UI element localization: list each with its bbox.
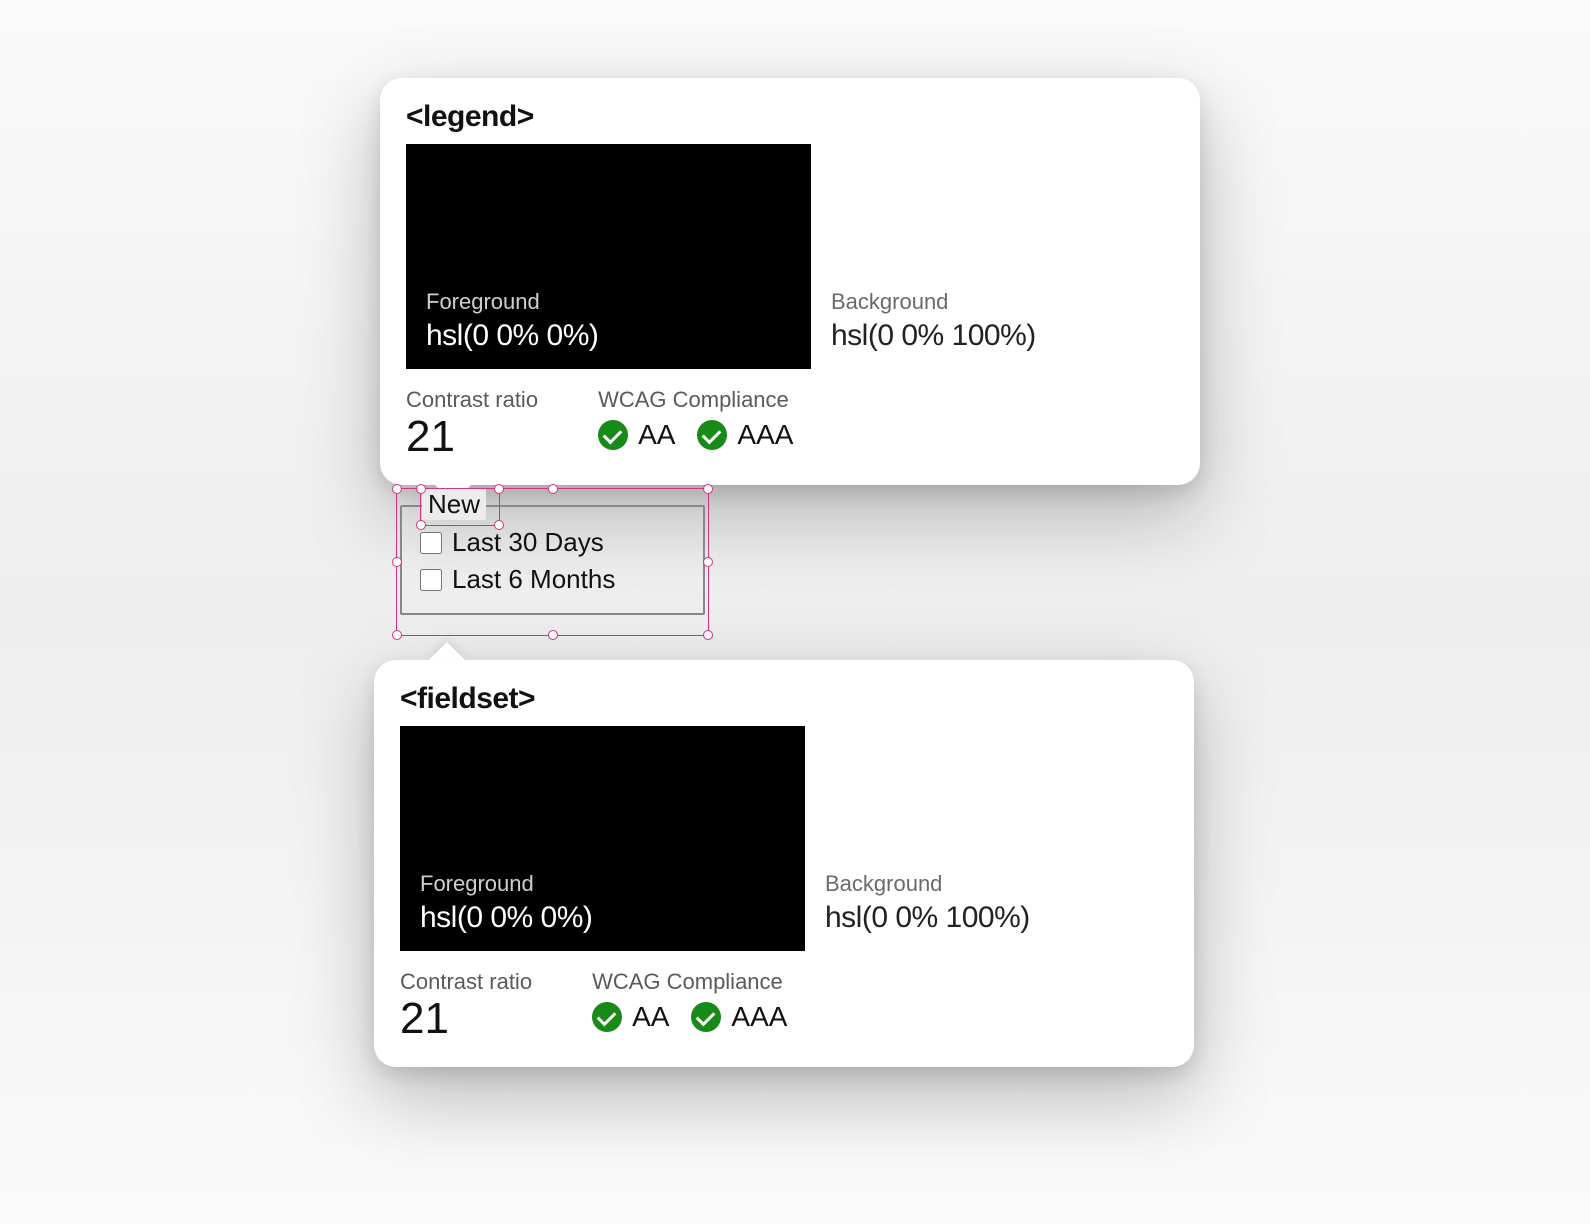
swatch-row: Foreground hsl(0 0% 0%) Background hsl(0… [406,144,1174,369]
element-tag: <fieldset> [400,682,1168,716]
foreground-label: Foreground [426,289,791,315]
background-label: Background [825,871,1148,897]
check-circle-icon [697,420,727,450]
contrast-value: 21 [406,415,538,459]
check-circle-icon [592,1002,622,1032]
resize-handle-icon[interactable] [548,630,558,640]
resize-handle-icon[interactable] [392,630,402,640]
wcag-aaa-badge: AAA [697,419,793,451]
check-circle-icon [598,420,628,450]
resize-handle-icon[interactable] [703,484,713,494]
wcag-aaa-text: AAA [731,1001,787,1033]
foreground-value: hsl(0 0% 0%) [420,901,785,935]
wcag-aa-text: AA [632,1001,669,1033]
wcag-aa-badge: AA [598,419,675,451]
canvas[interactable]: { "cards": [ { "tag": "<legend>", "fg_la… [0,0,1590,1224]
checkbox-label: Last 6 Months [452,564,615,595]
tooltip-pointer-up-icon [429,642,465,660]
contrast-tooltip-fieldset: <fieldset> Foreground hsl(0 0% 0%) Backg… [374,660,1194,1067]
contrast-label: Contrast ratio [406,387,538,413]
checkbox-input[interactable] [420,532,442,554]
resize-handle-icon[interactable] [392,484,402,494]
resize-handle-icon[interactable] [703,630,713,640]
element-tag: <legend> [406,100,1174,134]
background-value: hsl(0 0% 100%) [825,901,1148,935]
fieldset-legend[interactable]: New [422,489,486,520]
foreground-swatch: Foreground hsl(0 0% 0%) [400,726,805,951]
wcag-aaa-badge: AAA [691,1001,787,1033]
checkbox-option[interactable]: Last 6 Months [420,564,685,595]
checkbox-input[interactable] [420,569,442,591]
resize-handle-icon[interactable] [548,484,558,494]
foreground-swatch: Foreground hsl(0 0% 0%) [406,144,811,369]
wcag-label: WCAG Compliance [592,969,787,995]
wcag-aa-text: AA [638,419,675,451]
background-label: Background [831,289,1154,315]
contrast-metric: Contrast ratio 21 [406,387,538,459]
check-circle-icon [691,1002,721,1032]
wcag-metric: WCAG Compliance AA AAA [598,387,793,451]
wcag-aa-badge: AA [592,1001,669,1033]
contrast-label: Contrast ratio [400,969,532,995]
contrast-metric: Contrast ratio 21 [400,969,532,1041]
wcag-label: WCAG Compliance [598,387,793,413]
swatch-row: Foreground hsl(0 0% 0%) Background hsl(0… [400,726,1168,951]
foreground-label: Foreground [420,871,785,897]
resize-handle-icon[interactable] [494,484,504,494]
wcag-aaa-text: AAA [737,419,793,451]
contrast-tooltip-legend: <legend> Foreground hsl(0 0% 0%) Backgro… [380,78,1200,485]
metrics-row: Contrast ratio 21 WCAG Compliance AA AAA [406,387,1174,459]
checkbox-label: Last 30 Days [452,527,604,558]
checkbox-option[interactable]: Last 30 Days [420,527,685,558]
foreground-value: hsl(0 0% 0%) [426,319,791,353]
background-swatch: Background hsl(0 0% 100%) [811,144,1174,369]
wcag-metric: WCAG Compliance AA AAA [592,969,787,1033]
metrics-row: Contrast ratio 21 WCAG Compliance AA AAA [400,969,1168,1041]
background-value: hsl(0 0% 100%) [831,319,1154,353]
contrast-value: 21 [400,997,532,1041]
fieldset-element[interactable]: New Last 30 Days Last 6 Months [400,505,705,615]
background-swatch: Background hsl(0 0% 100%) [805,726,1168,951]
